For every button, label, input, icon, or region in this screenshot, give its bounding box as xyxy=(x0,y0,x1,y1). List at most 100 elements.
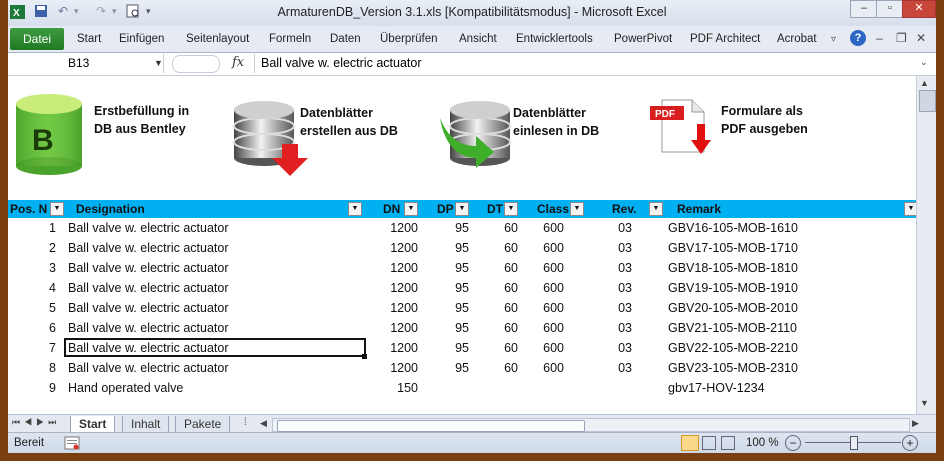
cell-dp[interactable]: 95 xyxy=(455,301,469,315)
cell-rev[interactable]: 03 xyxy=(618,261,632,275)
filter-dropdown-icon[interactable]: ▼ xyxy=(50,202,64,216)
scroll-right-icon[interactable]: ▶ xyxy=(912,418,919,429)
vertical-scrollbar[interactable]: ▲ ▼ xyxy=(916,76,936,414)
cell-remark[interactable]: GBV17-105-MOB-1710 xyxy=(668,241,798,255)
cell-class[interactable]: 600 xyxy=(543,361,564,375)
cell-class[interactable]: 600 xyxy=(543,261,564,275)
formula-expand-handle[interactable] xyxy=(172,55,220,73)
tab-file[interactable]: Datei xyxy=(10,28,64,50)
cell-dt[interactable]: 60 xyxy=(504,221,518,235)
cell-dp[interactable]: 95 xyxy=(455,361,469,375)
cell-designation[interactable]: Ball valve w. electric actuator xyxy=(68,281,229,295)
scroll-down-icon[interactable]: ▼ xyxy=(920,398,929,408)
cell-pos[interactable]: 9 xyxy=(49,381,56,395)
cell-dp[interactable]: 95 xyxy=(455,241,469,255)
sheet-tab-inhalt[interactable]: Inhalt xyxy=(122,416,170,433)
cell-pos[interactable]: 2 xyxy=(49,241,56,255)
cell-dt[interactable]: 60 xyxy=(504,321,518,335)
filter-dropdown-icon[interactable]: ▼ xyxy=(348,202,362,216)
cell-pos[interactable]: 5 xyxy=(49,301,56,315)
cell-rev[interactable]: 03 xyxy=(618,321,632,335)
cell-pos[interactable]: 6 xyxy=(49,321,56,335)
cell-dn[interactable]: 1200 xyxy=(390,221,418,235)
tab-pdf-architect[interactable]: PDF Architect xyxy=(690,33,760,45)
cell-dt[interactable]: 60 xyxy=(504,341,518,355)
cell-remark[interactable]: GBV16-105-MOB-1610 xyxy=(668,221,798,235)
cell-rev[interactable]: 03 xyxy=(618,281,632,295)
cell-dp[interactable]: 95 xyxy=(455,221,469,235)
cell-dt[interactable]: 60 xyxy=(504,301,518,315)
workbook-minimize-icon[interactable]: – xyxy=(876,31,883,45)
cell-dp[interactable]: 95 xyxy=(455,321,469,335)
cell-designation[interactable]: Ball valve w. electric actuator xyxy=(68,221,229,235)
cell-designation[interactable]: Ball valve w. electric actuator xyxy=(68,361,229,375)
cell-designation[interactable]: Ball valve w. electric actuator xyxy=(68,301,229,315)
filter-dropdown-icon[interactable]: ▼ xyxy=(404,202,418,216)
cell-dn[interactable]: 1200 xyxy=(390,341,418,355)
cell-dn[interactable]: 1200 xyxy=(390,301,418,315)
fill-handle[interactable] xyxy=(362,354,367,359)
tab-einfuegen[interactable]: Einfügen xyxy=(119,33,164,45)
cell-dt[interactable]: 60 xyxy=(504,281,518,295)
tab-start[interactable]: Start xyxy=(77,33,101,45)
cell-pos[interactable]: 8 xyxy=(49,361,56,375)
cell-dn[interactable]: 1200 xyxy=(390,361,418,375)
cell-remark[interactable]: GBV22-105-MOB-2210 xyxy=(668,341,798,355)
macro-record-icon[interactable] xyxy=(64,436,80,453)
tab-ueberpruefen[interactable]: Überprüfen xyxy=(380,33,438,45)
workbook-restore-icon[interactable]: ❐ xyxy=(896,31,907,45)
filter-dropdown-icon[interactable]: ▼ xyxy=(649,202,663,216)
tab-daten[interactable]: Daten xyxy=(330,33,361,45)
cell-dn[interactable]: 1200 xyxy=(390,261,418,275)
workbook-close-icon[interactable]: ✕ xyxy=(916,31,926,45)
cell-class[interactable]: 600 xyxy=(543,241,564,255)
maximize-button[interactable]: ▫ xyxy=(876,0,904,18)
cell-remark[interactable]: gbv17-HOV-1234 xyxy=(668,381,765,395)
cell-class[interactable]: 600 xyxy=(543,281,564,295)
insert-function-icon[interactable]: fx xyxy=(232,55,244,70)
page-layout-view-icon[interactable] xyxy=(702,436,716,450)
cell-class[interactable]: 600 xyxy=(543,221,564,235)
cell-pos[interactable]: 1 xyxy=(49,221,56,235)
sheet-navigation-icon[interactable]: ⏮◀▶⏭ xyxy=(12,417,60,428)
cell-dp[interactable]: 95 xyxy=(455,261,469,275)
horizontal-scrollbar[interactable] xyxy=(272,418,910,432)
cell-remark[interactable]: GBV19-105-MOB-1910 xyxy=(668,281,798,295)
tab-entwicklertools[interactable]: Entwicklertools xyxy=(516,33,593,45)
zoom-out-icon[interactable]: − xyxy=(785,435,801,451)
active-cell-border[interactable] xyxy=(64,338,366,357)
cell-dt[interactable]: 60 xyxy=(504,261,518,275)
cell-dt[interactable]: 60 xyxy=(504,361,518,375)
cell-rev[interactable]: 03 xyxy=(618,361,632,375)
cell-dt[interactable]: 60 xyxy=(504,241,518,255)
name-box[interactable]: B13 xyxy=(8,54,164,73)
cell-designation[interactable]: Ball valve w. electric actuator xyxy=(68,321,229,335)
sheet-tab-start[interactable]: Start xyxy=(70,416,116,433)
formula-bar-expand-icon[interactable]: ⌄ xyxy=(920,57,928,68)
cell-remark[interactable]: GBV20-105-MOB-2010 xyxy=(668,301,798,315)
cell-dn[interactable]: 150 xyxy=(397,381,418,395)
cell-pos[interactable]: 3 xyxy=(49,261,56,275)
cell-rev[interactable]: 03 xyxy=(618,341,632,355)
zoom-level[interactable]: 100 % xyxy=(746,437,779,449)
cell-class[interactable]: 600 xyxy=(543,341,564,355)
zoom-slider[interactable] xyxy=(805,436,901,450)
ribbon-collapse-icon[interactable]: ▿ xyxy=(831,34,836,45)
cell-remark[interactable]: GBV18-105-MOB-1810 xyxy=(668,261,798,275)
cell-dp[interactable]: 95 xyxy=(455,281,469,295)
cell-remark[interactable]: GBV23-105-MOB-2310 xyxy=(668,361,798,375)
zoom-slider-thumb[interactable] xyxy=(850,436,858,450)
cell-dn[interactable]: 1200 xyxy=(390,281,418,295)
cell-remark[interactable]: GBV21-105-MOB-2110 xyxy=(668,321,797,335)
cell-dn[interactable]: 1200 xyxy=(390,321,418,335)
tab-split-handle[interactable]: ⁞ xyxy=(244,417,247,428)
vertical-scroll-thumb[interactable] xyxy=(919,90,936,112)
filter-dropdown-icon[interactable]: ▼ xyxy=(570,202,584,216)
cell-dn[interactable]: 1200 xyxy=(390,241,418,255)
horizontal-scroll-thumb[interactable] xyxy=(277,420,585,432)
minimize-button[interactable]: – xyxy=(850,0,878,18)
cell-designation[interactable]: Hand operated valve xyxy=(68,381,183,395)
cell-pos[interactable]: 4 xyxy=(49,281,56,295)
filter-dropdown-icon[interactable]: ▼ xyxy=(455,202,469,216)
formula-input[interactable]: Ball valve w. electric actuator xyxy=(254,54,911,73)
